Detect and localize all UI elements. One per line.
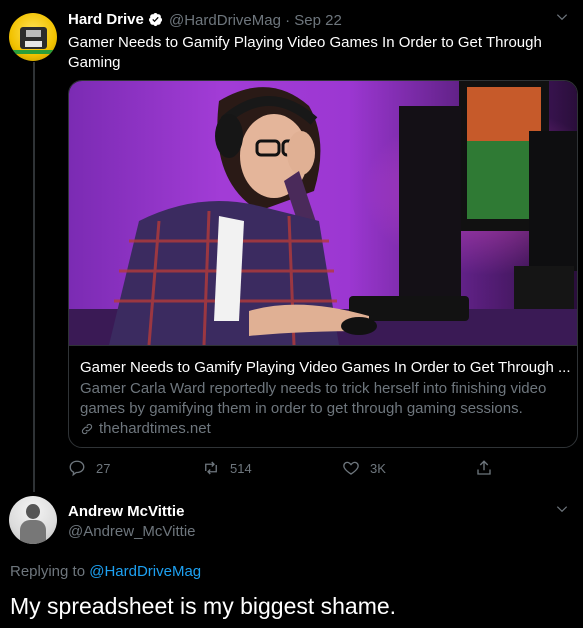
chevron-down-icon[interactable] (555, 502, 569, 516)
reply-author-name[interactable]: Andrew McVittie (68, 503, 184, 520)
author-name[interactable]: Hard Drive (68, 11, 144, 28)
reply-button[interactable]: 27 (68, 458, 110, 478)
gamer-illustration (69, 81, 577, 346)
retweet-icon (205, 461, 217, 475)
card-image (69, 81, 577, 346)
replying-to-label: Replying to (10, 563, 90, 580)
avatar-head (26, 504, 40, 519)
floppy-logo (20, 27, 47, 49)
reply-author-handle[interactable]: @Andrew_McVittie (68, 523, 196, 540)
verified-badge-icon (148, 12, 163, 27)
reply-count: 27 (96, 460, 111, 476)
link-icon (81, 423, 93, 435)
avatar-andrew[interactable] (9, 496, 57, 544)
replying-to-link[interactable]: @HardDriveMag (89, 563, 201, 580)
author-handle-date[interactable]: @HardDriveMag · Sep 22 (169, 12, 342, 29)
card-description: Gamer Carla Ward reportedly needs to tri… (80, 380, 547, 417)
reply-icon (69, 460, 85, 477)
like-icon (343, 461, 359, 475)
like-button[interactable]: 3K (342, 458, 386, 478)
retweet-button[interactable]: 514 (202, 458, 252, 478)
thread-line (33, 62, 35, 492)
like-count: 3K (370, 460, 386, 476)
share-button[interactable] (475, 458, 503, 478)
chevron-down-icon[interactable] (555, 10, 569, 24)
replying-to-line: Replying to @HardDriveMag (10, 563, 201, 580)
avatar-hard-drive[interactable] (9, 13, 57, 61)
tweet-text: Gamer Needs to Gamify Playing Video Game… (68, 34, 542, 71)
reply-text: My spreadsheet is my biggest shame. (10, 593, 397, 619)
link-card[interactable]: Gamer Needs to Gamify Playing Video Game… (68, 80, 578, 448)
retweet-count: 514 (230, 460, 252, 476)
share-icon (477, 460, 491, 475)
card-title: Gamer Needs to Gamify Playing Video Game… (80, 359, 570, 376)
logo-bar (13, 50, 53, 54)
card-separator (69, 345, 577, 346)
avatar-body (20, 520, 46, 544)
card-domain: thehardtimes.net (99, 420, 211, 437)
